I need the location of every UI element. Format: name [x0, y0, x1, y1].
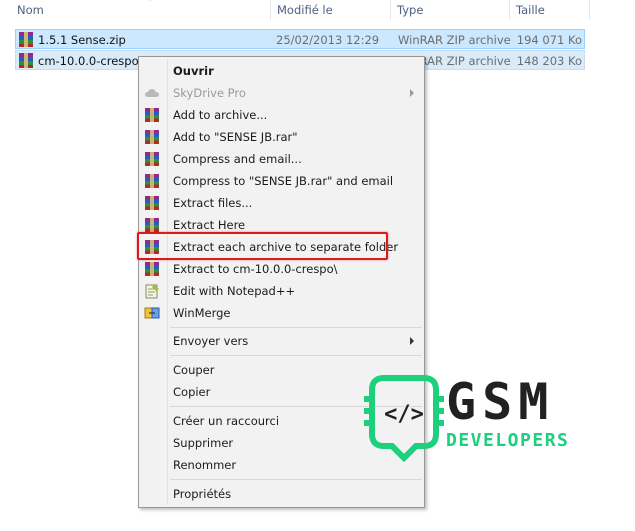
winrar-archive-icon — [19, 53, 33, 68]
menu-item-label: Extract Here — [173, 218, 246, 232]
menu-item-extract-files[interactable]: Extract files... — [141, 192, 422, 214]
file-size: 148 203 Ko — [516, 54, 582, 68]
menu-separator — [170, 327, 422, 328]
column-divider[interactable] — [509, 0, 510, 20]
menu-item-label: Supprimer — [173, 436, 234, 450]
menu-item-label: Extract to cm-10.0.0-crespo\ — [173, 262, 338, 276]
menu-item-skydrive-pro[interactable]: SkyDrive Pro — [141, 82, 422, 104]
logo-subtitle: DEVELOPERS — [446, 430, 570, 451]
column-type[interactable]: Type — [397, 3, 423, 17]
menu-item-compress-rar-email[interactable]: Compress to "SENSE JB.rar" and email — [141, 170, 422, 192]
menu-item-extract-to[interactable]: Extract to cm-10.0.0-crespo\ — [141, 258, 422, 280]
winrar-icon — [145, 130, 159, 144]
menu-item-label: SkyDrive Pro — [173, 86, 246, 100]
column-size[interactable]: Taille — [516, 3, 545, 17]
menu-item-compress-email[interactable]: Compress and email... — [141, 148, 422, 170]
winrar-icon — [145, 196, 159, 210]
menu-item-label: Propriétés — [173, 487, 232, 501]
menu-item-properties[interactable]: Propriétés — [141, 483, 422, 505]
menu-item-label: Créer un raccourci — [173, 414, 280, 428]
logo-glyph: </> — [384, 402, 424, 427]
column-divider[interactable] — [390, 0, 391, 20]
column-name[interactable]: Nom — [17, 3, 44, 17]
logo-wordmark: GSM — [446, 373, 555, 431]
menu-item-label: Compress to "SENSE JB.rar" and email — [173, 174, 394, 188]
menu-item-add-to-archive[interactable]: Add to archive... — [141, 104, 422, 126]
menu-item-label: WinMerge — [173, 306, 231, 320]
annotation-highlight-box — [137, 232, 388, 260]
file-name: cm-10.0.0-crespo.zi — [38, 54, 152, 68]
winrar-archive-icon — [19, 32, 33, 47]
winrar-icon — [145, 108, 159, 122]
winmerge-icon — [144, 307, 160, 319]
menu-item-label: Edit with Notepad++ — [173, 284, 296, 298]
menu-item-open[interactable]: Ouvrir — [141, 60, 422, 82]
submenu-arrow-icon — [410, 337, 414, 345]
menu-item-label: Couper — [173, 363, 215, 377]
file-modified: 25/02/2013 12:29 — [276, 33, 380, 47]
menu-separator — [170, 479, 422, 480]
column-modified[interactable]: Modifié le — [277, 3, 333, 17]
column-divider[interactable] — [270, 0, 271, 20]
file-row[interactable]: 1.5.1 Sense.zip 25/02/2013 12:29 WinRAR … — [15, 29, 585, 49]
menu-item-add-to-rar[interactable]: Add to "SENSE JB.rar" — [141, 126, 422, 148]
menu-item-label: Extract files... — [173, 196, 253, 210]
gsm-developers-logo-icon: </> — [364, 375, 444, 462]
menu-item-label: Add to archive... — [173, 108, 268, 122]
menu-item-send-to[interactable]: Envoyer vers — [141, 330, 422, 352]
winrar-icon — [145, 174, 159, 188]
menu-item-label: Envoyer vers — [173, 334, 249, 348]
cloud-icon — [145, 89, 159, 97]
winrar-icon — [145, 262, 159, 276]
winrar-icon — [145, 218, 159, 232]
menu-item-edit-notepad[interactable]: Edit with Notepad++ — [141, 280, 422, 302]
submenu-arrow-icon — [410, 89, 414, 97]
menu-item-label: Ouvrir — [173, 64, 214, 78]
column-header: Nom Modifié le Type Taille — [0, 0, 635, 21]
sort-chevron-icon[interactable] — [146, 0, 154, 2]
winrar-icon — [145, 152, 159, 166]
column-divider[interactable] — [589, 0, 590, 20]
notepad-plus-plus-icon — [145, 284, 159, 299]
menu-separator — [170, 355, 422, 356]
file-size: 194 071 Ko — [516, 33, 582, 47]
menu-item-label: Compress and email... — [173, 152, 302, 166]
menu-item-label: Renommer — [173, 458, 237, 472]
menu-item-winmerge[interactable]: WinMerge — [141, 302, 422, 324]
menu-item-label: Copier — [173, 385, 211, 399]
menu-item-label: Add to "SENSE JB.rar" — [173, 130, 298, 144]
file-name: 1.5.1 Sense.zip — [38, 33, 126, 47]
